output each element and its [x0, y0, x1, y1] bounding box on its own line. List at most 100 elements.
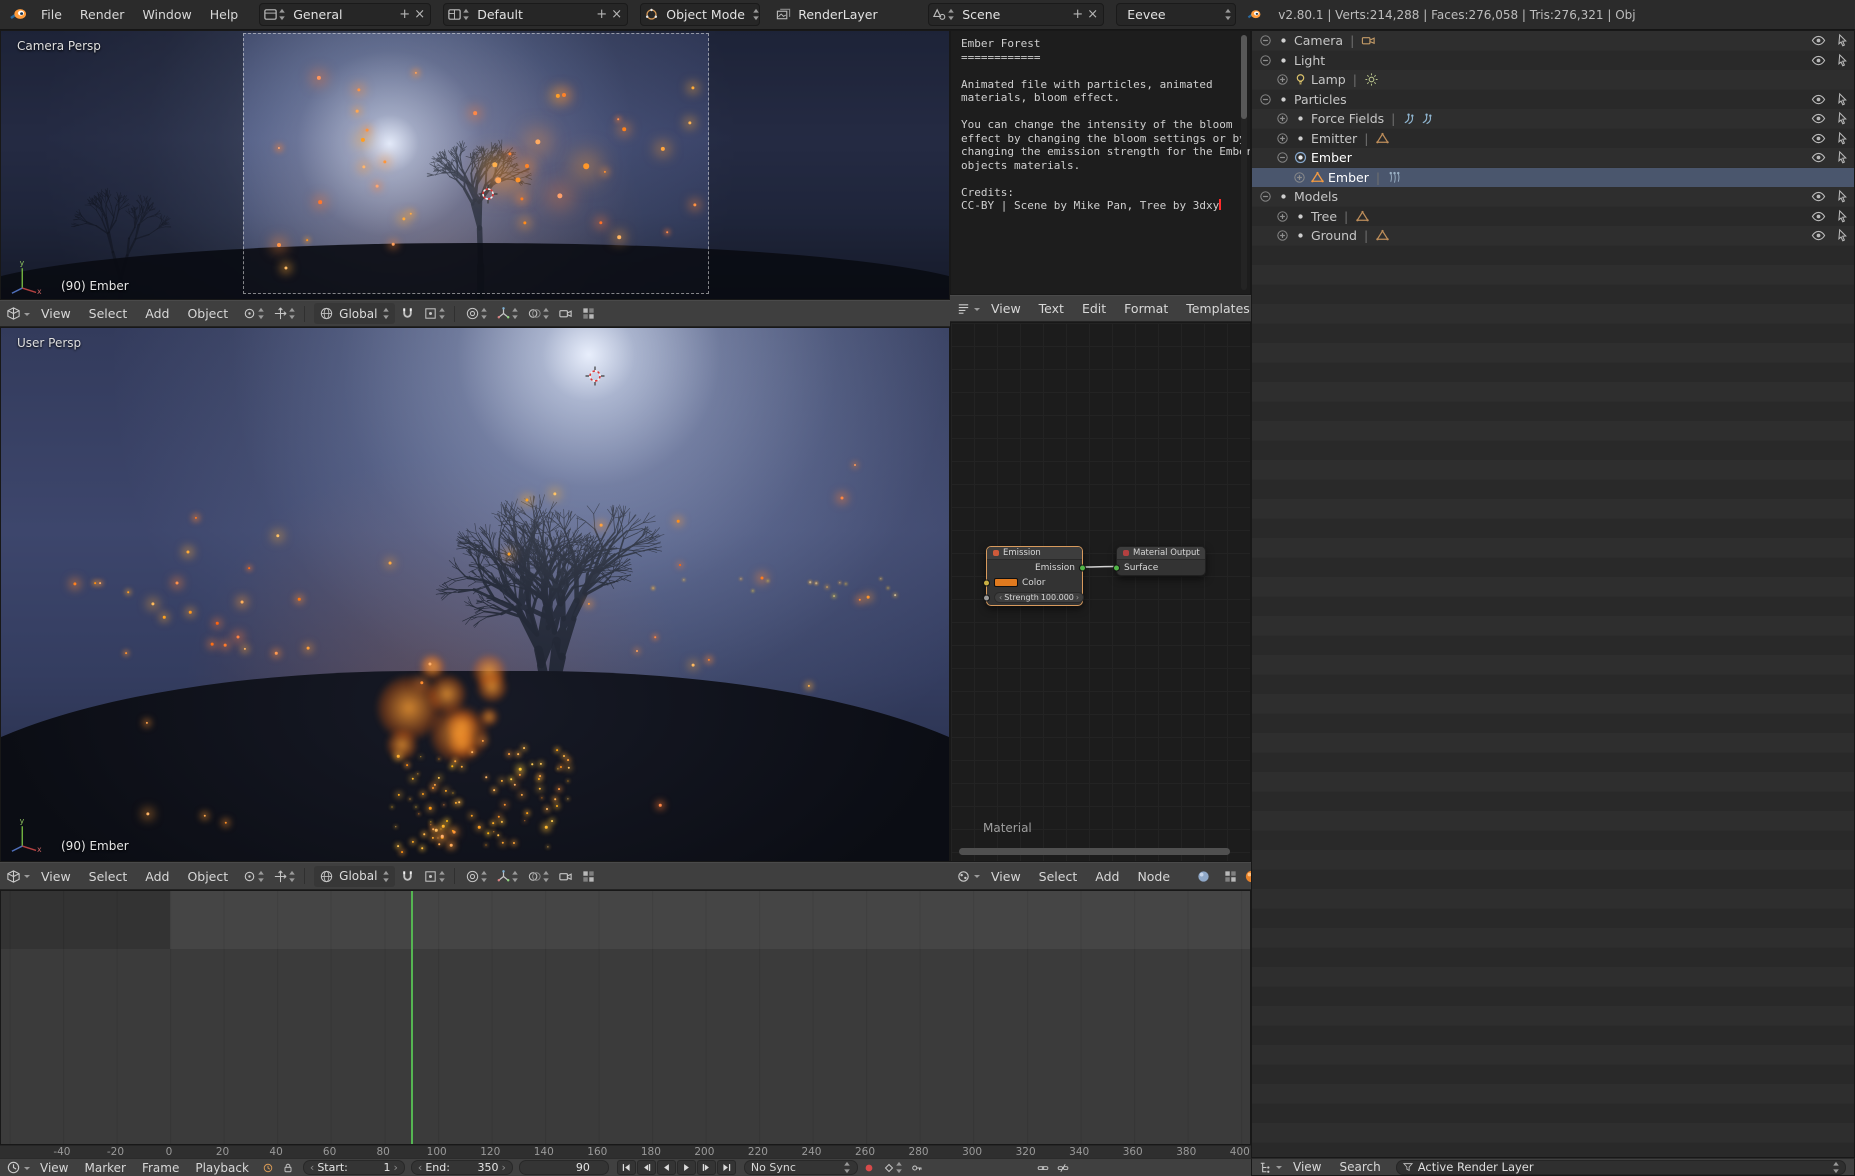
node-header[interactable]: Emission — [987, 547, 1082, 560]
outliner-row-emitter[interactable]: Emitter| — [1252, 129, 1854, 149]
expand-icon[interactable] — [1275, 111, 1290, 126]
snap-toggle-button[interactable] — [397, 303, 418, 324]
menu-object[interactable]: Object — [178, 863, 237, 890]
expand-icon[interactable] — [1292, 170, 1307, 185]
field-left-arrow[interactable]: ‹ — [310, 1161, 314, 1174]
expand-icon[interactable] — [1258, 189, 1273, 204]
unlink-button[interactable] — [1054, 1157, 1072, 1176]
menu-select[interactable]: Select — [1030, 863, 1087, 890]
menu-playback[interactable]: Playback — [187, 1159, 257, 1176]
camera-view-button[interactable] — [555, 866, 576, 887]
menu-search[interactable]: Search — [1330, 1158, 1389, 1176]
outliner-row-tree[interactable]: Tree| — [1252, 207, 1854, 227]
cursor-toggle-icon[interactable] — [1835, 228, 1850, 243]
menu-window[interactable]: Window — [133, 1, 200, 28]
jump-to-start-button[interactable] — [617, 1160, 636, 1175]
shader-editor[interactable]: Emission Emission Color ‹ Strength 100.0… — [950, 322, 1251, 862]
emission-node[interactable]: Emission Emission Color ‹ Strength 100.0… — [986, 546, 1083, 606]
menu-format[interactable]: Format — [1115, 295, 1177, 322]
menu-templates[interactable]: Templates — [1177, 295, 1259, 322]
eye-toggle-icon[interactable] — [1811, 111, 1826, 126]
editor-type-button[interactable] — [956, 301, 980, 316]
expand-icon[interactable] — [1275, 131, 1290, 146]
insert-keyframe-button[interactable] — [908, 1157, 926, 1176]
snap-toggle-button[interactable] — [397, 866, 418, 887]
start-frame-field[interactable]: ‹ Start: 1 › — [303, 1160, 405, 1175]
snap-settings-button[interactable] — [420, 866, 449, 887]
blender-logo-icon[interactable] — [8, 5, 28, 25]
mode-dropdown[interactable]: Object Mode — [640, 3, 760, 26]
menu-view[interactable]: View — [32, 863, 80, 890]
menu-view[interactable]: View — [1284, 1158, 1330, 1176]
cursor-toggle-icon[interactable] — [1835, 131, 1850, 146]
outliner-row-light[interactable]: Light — [1252, 51, 1854, 71]
menu-object[interactable]: Object — [178, 300, 237, 327]
expand-icon[interactable] — [1258, 33, 1273, 48]
editor-type-button[interactable] — [6, 306, 30, 321]
display-mode-dropdown[interactable]: Active Render Layer — [1396, 1160, 1846, 1175]
menu-add[interactable]: Add — [136, 863, 178, 890]
overlays-toggle-button[interactable] — [524, 303, 553, 324]
outliner-row-force-fields[interactable]: Force Fields| — [1252, 109, 1854, 129]
cursor-toggle-icon[interactable] — [1835, 53, 1850, 68]
snap-settings-button[interactable] — [420, 303, 449, 324]
expand-icon[interactable] — [1275, 228, 1290, 243]
play-reverse-button[interactable] — [657, 1160, 676, 1175]
field-right-arrow[interactable]: › — [394, 1161, 398, 1174]
outliner-row-models[interactable]: Models — [1252, 187, 1854, 207]
auto-keyframe-button[interactable] — [860, 1157, 878, 1176]
workspace-close-button[interactable]: × — [412, 4, 427, 25]
workspace-selector[interactable]: General + × — [259, 3, 431, 26]
surface-input-socket[interactable] — [1113, 564, 1120, 571]
field-left-arrow[interactable]: ‹ — [418, 1161, 422, 1174]
timeline[interactable] — [0, 890, 1251, 1145]
text-editor[interactable]: Ember Forest============ Animated file w… — [950, 30, 1251, 295]
outliner-row-ground[interactable]: Ground| — [1252, 226, 1854, 246]
eye-toggle-icon[interactable] — [1811, 228, 1826, 243]
pivot-point-button[interactable] — [239, 303, 268, 324]
outliner-row-camera[interactable]: Camera| — [1252, 31, 1854, 51]
menu-file[interactable]: File — [32, 1, 71, 28]
sync-dropdown[interactable]: No Sync — [744, 1160, 858, 1175]
editor-type-button[interactable] — [6, 869, 30, 884]
workspace-add-button[interactable]: + — [397, 4, 412, 25]
eye-toggle-icon[interactable] — [1811, 150, 1826, 165]
cursor-toggle-icon[interactable] — [1835, 189, 1850, 204]
slider-left-arrow[interactable]: ‹ — [999, 593, 1002, 602]
gizmo-toggle-button[interactable] — [493, 866, 522, 887]
menu-view[interactable]: View — [32, 300, 80, 327]
expand-icon[interactable] — [1258, 92, 1273, 107]
scene-add-button[interactable]: + — [1070, 4, 1085, 25]
expand-icon[interactable] — [1258, 53, 1273, 68]
menu-view[interactable]: View — [982, 863, 1030, 890]
menu-select[interactable]: Select — [80, 863, 137, 890]
camera-viewport[interactable]: Camera Persp (90) Ember yx — [0, 30, 950, 300]
camera-view-button[interactable] — [555, 303, 576, 324]
transform-gizmo-button[interactable] — [270, 866, 299, 887]
menu-help[interactable]: Help — [201, 1, 248, 28]
scene-selector[interactable]: Scene + × — [928, 3, 1104, 26]
eye-toggle-icon[interactable] — [1811, 53, 1826, 68]
cursor-toggle-icon[interactable] — [1835, 209, 1850, 224]
expand-icon[interactable] — [1275, 209, 1290, 224]
slider-right-arrow[interactable]: › — [1076, 593, 1079, 602]
menu-add[interactable]: Add — [136, 300, 178, 327]
transform-gizmo-button[interactable] — [270, 303, 299, 324]
outliner-row-ember[interactable]: Ember| — [1252, 168, 1854, 188]
proportional-editing-button[interactable] — [462, 866, 491, 887]
scrollbar-thumb[interactable] — [1241, 35, 1247, 119]
cursor-toggle-icon[interactable] — [1835, 150, 1850, 165]
preview-sphere-button[interactable] — [1193, 866, 1214, 887]
layout-close-button[interactable]: × — [609, 4, 624, 25]
pivot-point-button[interactable] — [239, 866, 268, 887]
orientation-dropdown[interactable]: Global — [314, 866, 395, 887]
cursor-toggle-icon[interactable] — [1835, 33, 1850, 48]
menu-select[interactable]: Select — [80, 300, 137, 327]
eye-toggle-icon[interactable] — [1811, 92, 1826, 107]
field-right-arrow[interactable]: › — [502, 1161, 506, 1174]
emission-output-socket[interactable] — [1079, 564, 1086, 571]
emission-strength-slider[interactable]: ‹ Strength 100.000 › — [994, 592, 1084, 603]
cursor-toggle-icon[interactable] — [1835, 111, 1850, 126]
material-output-node[interactable]: Material Output Surface — [1116, 546, 1206, 576]
lock-button[interactable] — [279, 1157, 297, 1176]
